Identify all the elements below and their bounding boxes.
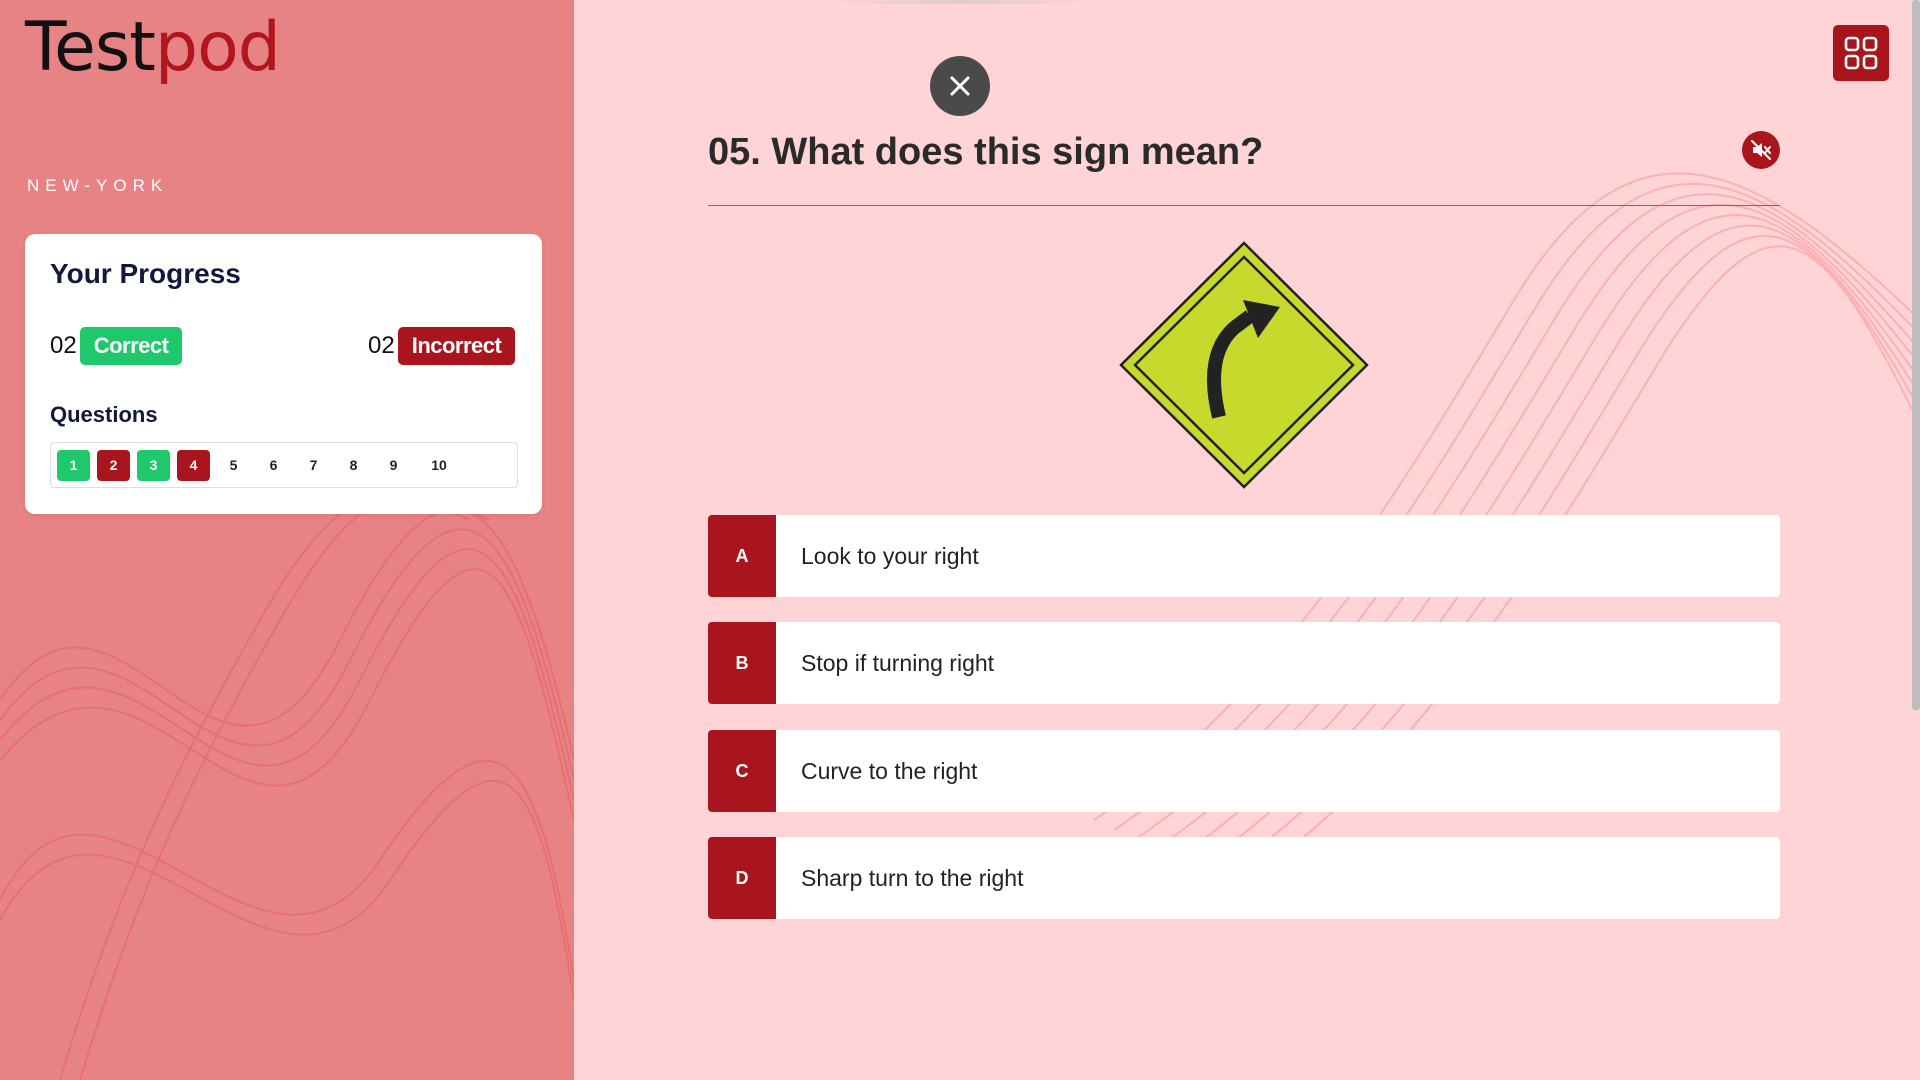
option-text: Look to your right [801,542,979,569]
option-text: Sharp turn to the right [801,864,1024,891]
title-divider [708,205,1780,206]
option-text: Curve to the right [801,757,978,784]
question-nav-4[interactable]: 4 [177,449,210,481]
menu-button[interactable] [1833,25,1889,81]
decorative-waves [0,496,574,1080]
question-nav-8[interactable]: 8 [337,450,370,481]
logo-part-test: Test [25,8,156,87]
answer-option-c[interactable]: C Curve to the right [708,730,1780,812]
questions-label: Questions [50,402,158,427]
answer-option-d[interactable]: D Sharp turn to the right [708,837,1780,919]
mute-button[interactable] [1742,131,1780,169]
question-nav-10[interactable]: 10 [417,450,461,481]
scrollbar[interactable] [1912,0,1920,710]
curve-right-sign [1119,241,1369,489]
close-button[interactable] [930,56,990,116]
incorrect-badge: Incorrect [397,327,516,365]
speaker-muted-icon [1751,140,1771,160]
question-navigator: 1 2 3 4 5 6 7 8 9 10 [50,442,518,488]
answer-option-a[interactable]: A Look to your right [708,515,1780,597]
close-icon [950,76,970,96]
question-nav-7[interactable]: 7 [297,450,330,481]
question-nav-5[interactable]: 5 [217,450,250,481]
logo-part-pod: pod [154,8,281,87]
option-text: Stop if turning right [801,649,995,676]
sidebar: Testpod NEW-YORK Your Progress 02 Correc… [0,0,574,1080]
correct-count: 02 [50,332,77,359]
progress-card: Your Progress 02 Correct 02 Incorrect Qu… [25,234,542,514]
answer-option-b[interactable]: B Stop if turning right [708,622,1780,704]
question-nav-9[interactable]: 9 [377,450,410,481]
correct-badge: Correct [79,327,183,365]
top-strip [820,0,1100,4]
grid-menu-icon [1844,36,1878,70]
incorrect-stat: 02 Incorrect [368,327,516,365]
option-letter: A [708,515,776,597]
option-letter: B [708,622,776,704]
incorrect-count: 02 [368,332,395,359]
testpod-logo[interactable]: Testpod [25,14,281,82]
progress-title: Your Progress [50,258,241,289]
option-letter: D [708,837,776,919]
correct-stat: 02 Correct [50,327,183,365]
question-title: 05. What does this sign mean? [708,131,1264,173]
option-letter: C [708,730,776,812]
question-nav-3[interactable]: 3 [137,449,170,481]
question-nav-1[interactable]: 1 [57,449,90,481]
question-nav-2[interactable]: 2 [97,449,130,481]
question-nav-6[interactable]: 6 [257,450,290,481]
region-label: NEW-YORK [27,176,169,195]
